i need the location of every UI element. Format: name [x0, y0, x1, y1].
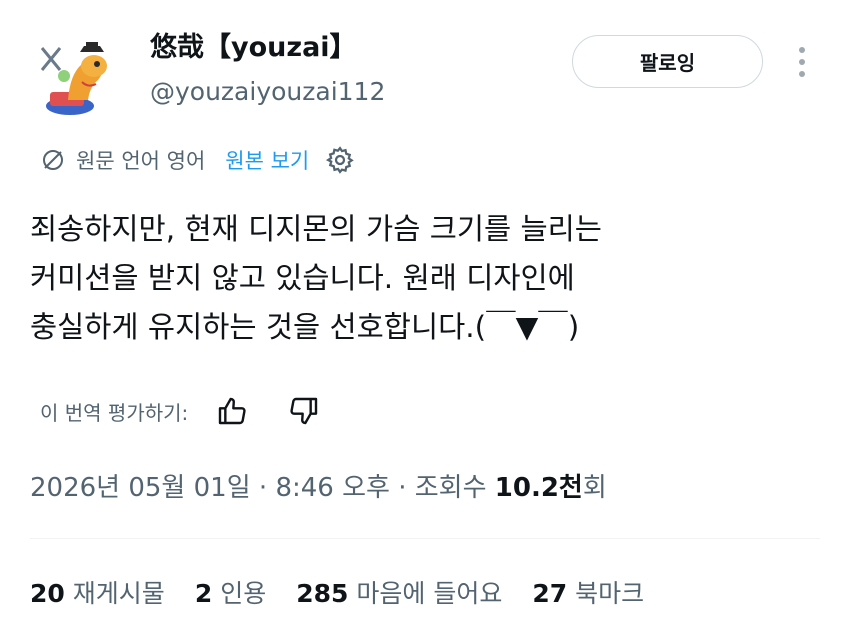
thumbs-up-icon[interactable]	[214, 393, 250, 429]
display-name[interactable]: 悠哉【youzai】	[150, 28, 357, 68]
likes-stat[interactable]: 285 마음에 들어요	[296, 574, 502, 610]
reposts-count: 20	[30, 579, 65, 608]
more-icon[interactable]	[790, 44, 814, 80]
quotes-count: 2	[194, 579, 213, 608]
post-time[interactable]: 8:46 오후	[275, 473, 390, 503]
tweet-meta: 2026년 05월 01일 · 8:46 오후 · 조회수 10.2천회	[30, 468, 607, 508]
avatar[interactable]	[30, 30, 122, 122]
translation-bar: 원문 언어 영어 원본 보기	[40, 140, 355, 180]
tweet-text: 죄송하지만, 현재 디지몬의 가슴 크기를 늘리는 커미션을 받지 않고 있습니…	[30, 212, 602, 344]
reposts-label: 재게시물	[72, 579, 165, 608]
thumbs-down-icon[interactable]	[286, 393, 322, 429]
rate-translation-label: 이 번역 평가하기:	[40, 400, 189, 425]
reposts-stat[interactable]: 20 재게시물	[30, 574, 165, 610]
following-button[interactable]: 팔로잉	[572, 35, 763, 88]
cartoon-dinosaur-avatar-icon	[40, 42, 107, 115]
handle[interactable]: @youzaiyouzai112	[150, 74, 385, 110]
meta-separator: ·	[389, 473, 415, 503]
views-suffix: 회	[582, 473, 607, 503]
quotes-stat[interactable]: 2 인용	[195, 574, 266, 610]
gear-icon[interactable]	[325, 145, 355, 175]
views-label: 조회수	[414, 473, 495, 503]
meta-separator: ·	[250, 473, 276, 503]
likes-count: 285	[296, 579, 349, 608]
translate-icon	[43, 150, 63, 170]
post-date[interactable]: 2026년 05월 01일	[30, 473, 251, 503]
views-count: 10.2천	[494, 473, 583, 503]
source-language-note: 원문 언어 영어	[76, 149, 206, 173]
rate-translation: 이 번역 평가하기:	[40, 390, 322, 432]
bookmarks-count: 27	[532, 579, 568, 608]
bookmarks-stat[interactable]: 27 북마크	[532, 574, 644, 610]
engagement-stats: 20 재게시물 2 인용 285 마음에 들어요 27 북마크	[30, 572, 644, 612]
quotes-label: 인용	[220, 579, 267, 608]
bookmarks-label: 북마크	[575, 579, 645, 608]
divider	[30, 538, 820, 539]
show-original-link[interactable]: 원본 보기	[225, 145, 309, 175]
likes-label: 마음에 들어요	[356, 579, 503, 608]
